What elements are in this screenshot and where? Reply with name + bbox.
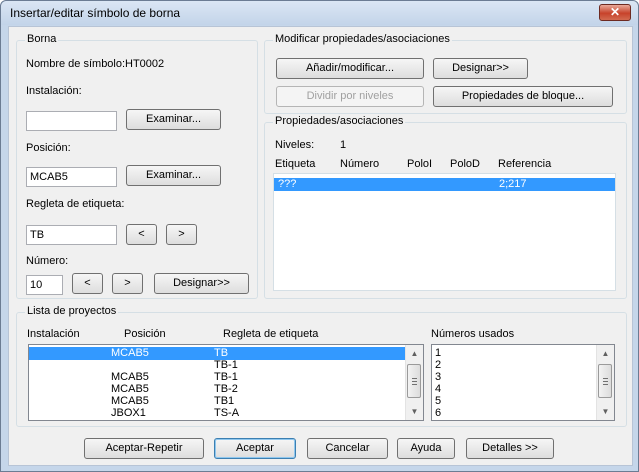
tag-strip-field[interactable]: TB xyxy=(26,225,117,245)
dialog-client-area: Borna Nombre de símbolo: HT0002 Instalac… xyxy=(8,26,633,466)
used-numbers-scrollbar[interactable]: ▲ ▼ xyxy=(596,345,614,420)
col-poloi[interactable]: PoloI xyxy=(407,158,432,170)
col-polod[interactable]: PoloD xyxy=(450,158,480,170)
properties-row[interactable]: ??? 2;217 xyxy=(274,178,615,191)
close-icon: ✕ xyxy=(609,5,621,19)
scroll-up-icon[interactable]: ▲ xyxy=(406,345,423,362)
number-field[interactable]: 10 xyxy=(26,275,63,295)
block-properties-button[interactable]: Propiedades de bloque... xyxy=(433,86,613,107)
accept-button[interactable]: Aceptar xyxy=(214,438,296,459)
used-number-text: 6 xyxy=(435,407,442,419)
browse-installation-button[interactable]: Examinar... xyxy=(126,109,221,130)
scroll-down-icon[interactable]: ▼ xyxy=(597,403,614,420)
grip-line xyxy=(603,378,608,379)
grip-line xyxy=(603,381,608,382)
title-bar[interactable]: Insertar/editar símbolo de borna ✕ xyxy=(1,1,638,25)
project-posicion: JBOX1 xyxy=(111,407,146,419)
designate-number-button[interactable]: Designar>> xyxy=(154,273,249,294)
installation-field[interactable] xyxy=(26,111,117,131)
col-instalacion[interactable]: Instalación xyxy=(27,328,80,340)
position-label: Posición: xyxy=(26,142,71,154)
symbol-name-value: HT0002 xyxy=(125,58,165,70)
number-next-button[interactable]: > xyxy=(112,273,143,294)
projects-list[interactable]: MCAB5 TB TB-1 MCAB5 TB-1 MCAB5 TB-2 MCAB… xyxy=(28,344,424,421)
designate-props-button[interactable]: Designar>> xyxy=(433,58,528,79)
number-prev-button[interactable]: < xyxy=(72,273,103,294)
properties-list[interactable]: ??? 2;217 xyxy=(273,173,616,291)
number-label: Número: xyxy=(26,255,69,267)
scroll-thumb[interactable] xyxy=(598,364,612,398)
levels-label: Niveles: xyxy=(275,139,315,151)
col-regleta[interactable]: Regleta de etiqueta xyxy=(223,328,318,340)
accept-repeat-button[interactable]: Aceptar-Repetir xyxy=(84,438,204,459)
modify-group-label: Modificar propiedades/asociaciones xyxy=(273,33,452,45)
tag-strip-next-button[interactable]: > xyxy=(166,224,197,245)
borna-group: Borna Nombre de símbolo: HT0002 Instalac… xyxy=(16,33,258,299)
help-button[interactable]: Ayuda xyxy=(397,438,455,459)
borna-group-label: Borna xyxy=(25,33,59,45)
modify-group: Modificar propiedades/asociaciones Añadi… xyxy=(264,33,627,114)
grip-line xyxy=(603,384,608,385)
cancel-button[interactable]: Cancelar xyxy=(307,438,388,459)
dialog-window: Insertar/editar símbolo de borna ✕ Borna… xyxy=(0,0,639,472)
split-by-levels-button[interactable]: Dividir por niveles xyxy=(276,86,424,107)
properties-group: Propiedades/asociaciones Niveles: 1 Etiq… xyxy=(264,115,627,299)
close-button[interactable]: ✕ xyxy=(599,4,631,21)
scroll-up-icon[interactable]: ▲ xyxy=(597,345,614,362)
projects-scrollbar[interactable]: ▲ ▼ xyxy=(405,345,423,420)
symbol-name-label: Nombre de símbolo: xyxy=(26,58,126,70)
prop-etiqueta: ??? xyxy=(278,178,297,190)
col-referencia[interactable]: Referencia xyxy=(498,158,551,170)
tag-strip-label: Regleta de etiqueta: xyxy=(26,198,125,210)
details-button[interactable]: Detalles >> xyxy=(466,438,554,459)
scroll-down-icon[interactable]: ▼ xyxy=(406,403,423,420)
grip-line xyxy=(412,384,417,385)
installation-label: Instalación: xyxy=(26,85,82,97)
project-regleta: TS-A xyxy=(214,407,240,419)
projects-group: Lista de proyectos Instalación Posición … xyxy=(16,305,627,427)
browse-position-button[interactable]: Examinar... xyxy=(126,165,221,186)
dialog-title: Insertar/editar símbolo de borna xyxy=(10,6,181,20)
grip-line xyxy=(412,381,417,382)
used-number-item[interactable]: 6 xyxy=(432,407,614,420)
add-modify-button[interactable]: Añadir/modificar... xyxy=(276,58,424,79)
used-numbers-label: Números usados xyxy=(431,328,515,340)
position-field[interactable]: MCAB5 xyxy=(26,167,117,187)
levels-value: 1 xyxy=(340,139,347,151)
used-numbers-list[interactable]: 1 2 3 4 5 6 ▲ ▼ xyxy=(431,344,615,421)
col-numero[interactable]: Número xyxy=(340,158,379,170)
projects-group-label: Lista de proyectos xyxy=(25,305,119,317)
project-row[interactable]: JBOX1 TS-A xyxy=(29,407,407,420)
col-etiqueta[interactable]: Etiqueta xyxy=(275,158,315,170)
scroll-thumb[interactable] xyxy=(407,364,421,398)
grip-line xyxy=(412,378,417,379)
col-posicion[interactable]: Posición xyxy=(124,328,166,340)
tag-strip-prev-button[interactable]: < xyxy=(126,224,157,245)
properties-group-label: Propiedades/asociaciones xyxy=(273,115,406,127)
prop-referencia: 2;217 xyxy=(499,178,527,190)
